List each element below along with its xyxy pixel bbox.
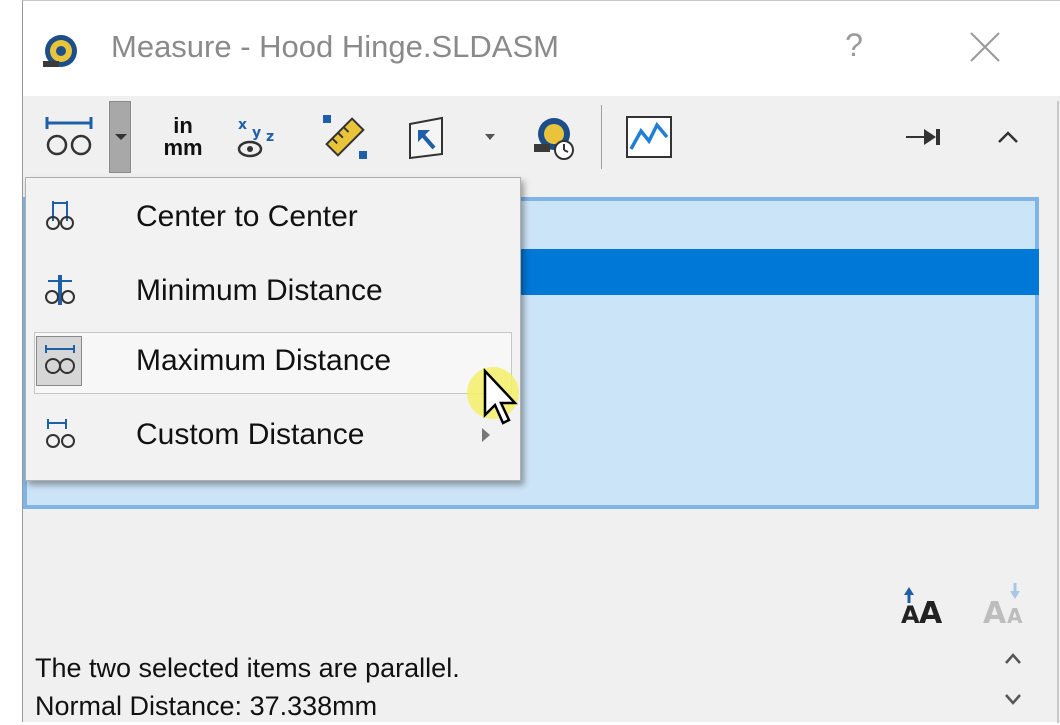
show-xyz-measurements-icon: x y z xyxy=(237,117,274,158)
units-precision-button[interactable]: in mm xyxy=(153,97,213,177)
units-bottom-label: mm xyxy=(163,135,203,160)
create-sensor-button[interactable] xyxy=(619,97,679,177)
selected-list-row[interactable] xyxy=(503,249,1039,295)
minimum-distance-icon xyxy=(45,275,75,305)
decrease-font-size-icon[interactable]: A A xyxy=(981,583,1031,627)
menu-item-maximum-distance[interactable]: Maximum Distance xyxy=(26,326,520,396)
menu-item-custom-distance[interactable]: Custom Distance xyxy=(26,400,520,470)
create-sensor-icon xyxy=(626,116,672,158)
custom-distance-icon xyxy=(46,419,75,448)
units-top-label: in xyxy=(173,113,193,138)
arc-circle-measurements-button[interactable] xyxy=(31,97,107,177)
measure-results: The two selected items are parallel. Nor… xyxy=(35,649,460,725)
window-right-edge xyxy=(1057,101,1059,723)
measure-window: Measure - Hood Hinge.SLDASM ? in mm x y … xyxy=(22,0,1060,725)
help-button[interactable]: ? xyxy=(839,27,869,64)
toolbar-separator xyxy=(601,105,602,169)
results-line-1: The two selected items are parallel. xyxy=(35,653,460,683)
scroll-down-icon[interactable] xyxy=(1001,687,1025,711)
scroll-up-icon[interactable] xyxy=(1001,647,1025,671)
svg-text:A: A xyxy=(901,601,920,627)
menu-item-label: Custom Distance xyxy=(136,418,365,451)
pin-icon xyxy=(906,129,940,145)
mouse-cursor-icon xyxy=(467,367,519,425)
maximum-distance-icon xyxy=(45,345,75,374)
projection-icon xyxy=(409,116,443,160)
measure-history-button[interactable] xyxy=(523,97,583,177)
chevron-down-icon xyxy=(485,134,495,140)
projection-button[interactable] xyxy=(399,97,459,177)
title-bar: Measure - Hood Hinge.SLDASM ? xyxy=(23,1,1060,96)
menu-item-label: Minimum Distance xyxy=(136,274,383,307)
svg-text:y: y xyxy=(252,125,261,141)
tape-measure-icon xyxy=(43,35,77,67)
svg-text:A: A xyxy=(919,596,943,627)
show-xyz-measurements-button[interactable]: x y z xyxy=(229,97,289,177)
measure-history-icon xyxy=(534,118,574,160)
menu-item-label: Maximum Distance xyxy=(136,344,392,377)
point-to-point-button[interactable] xyxy=(315,97,375,177)
arc-circle-dropdown-arrow[interactable] xyxy=(109,101,131,173)
window-title: Measure - Hood Hinge.SLDASM xyxy=(111,29,559,64)
svg-text:x: x xyxy=(238,117,247,133)
arc-circle-dropdown-menu: Center to Center Minimum Distance Maximu… xyxy=(25,177,521,481)
chevron-up-icon xyxy=(998,131,1018,143)
center-to-center-icon xyxy=(46,201,74,230)
svg-text:z: z xyxy=(266,129,274,145)
svg-text:A: A xyxy=(983,596,1007,627)
menu-item-label: Center to Center xyxy=(136,200,358,233)
pin-button[interactable] xyxy=(899,97,949,177)
menu-item-minimum-distance[interactable]: Minimum Distance xyxy=(26,256,520,326)
projection-dropdown-arrow[interactable] xyxy=(483,97,497,177)
point-to-point-icon xyxy=(323,115,367,159)
results-line-2: Normal Distance: 37.338mm xyxy=(35,691,378,721)
menu-item-center-to-center[interactable]: Center to Center xyxy=(26,182,520,252)
close-icon[interactable] xyxy=(967,29,1003,65)
collapse-button[interactable] xyxy=(983,97,1033,177)
maximum-distance-icon xyxy=(45,117,93,156)
increase-font-size-icon[interactable]: A A xyxy=(899,583,949,627)
svg-text:A: A xyxy=(1007,604,1023,627)
